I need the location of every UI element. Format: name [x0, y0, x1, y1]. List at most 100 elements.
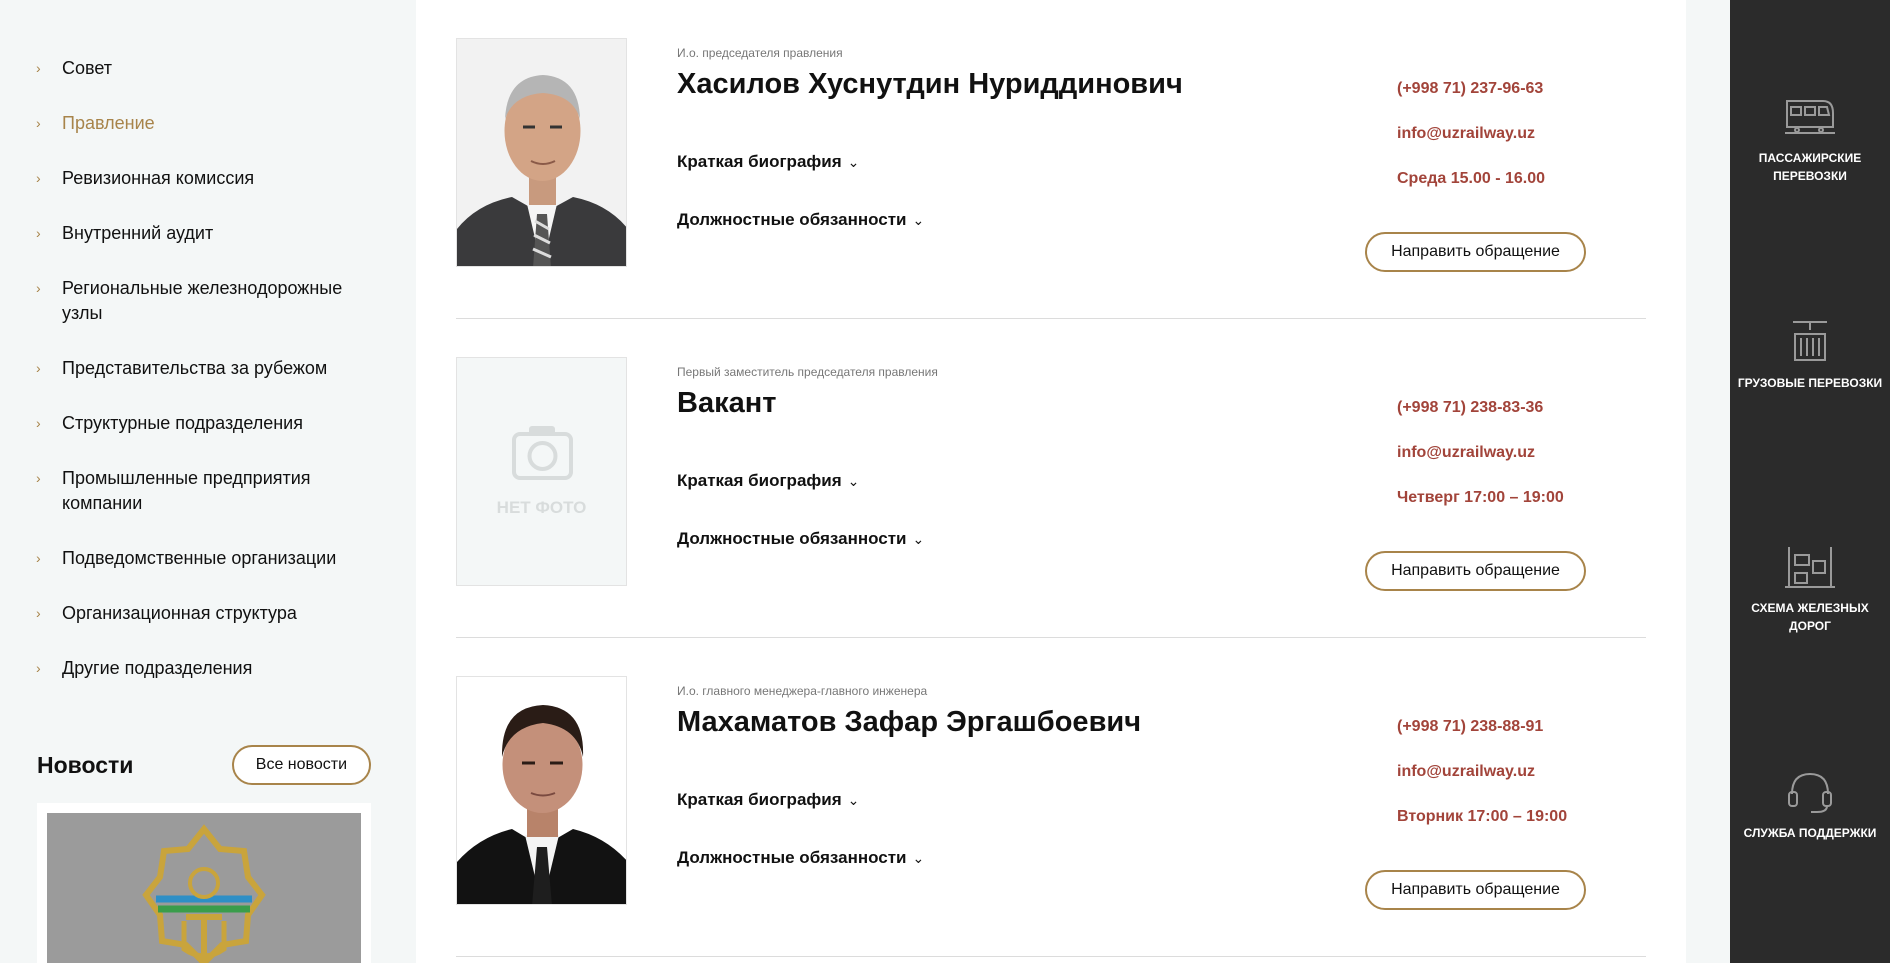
quicklink-passenger[interactable]: Пассажирские перевозки — [1730, 95, 1890, 185]
sidebar-item-org-structure[interactable]: › Организационная структура — [36, 601, 376, 626]
sidebar-item-regional-nodes[interactable]: › Региональные железнодорожные узлы — [36, 276, 376, 326]
chevron-down-icon: ⌄ — [847, 153, 860, 170]
biography-toggle[interactable]: Краткая биография ⌄ — [677, 471, 859, 491]
person-card: И.о. главного менеджера-главного инженер… — [456, 638, 1646, 957]
phone-link[interactable]: (+998 71) 237-96-63 — [1397, 80, 1543, 98]
chevron-right-icon: › — [36, 170, 41, 186]
chevron-right-icon: › — [36, 550, 41, 566]
phone-link[interactable]: (+998 71) 238-88-91 — [1397, 718, 1543, 736]
duties-label: Должностные обязанности — [677, 210, 907, 229]
sidebar-item-audit[interactable]: › Внутренний аудит — [36, 221, 376, 246]
quicklink-label: Схема железных дорог — [1751, 601, 1869, 633]
no-photo-label: НЕТ ФОТО — [496, 498, 587, 517]
biography-toggle[interactable]: Краткая биография ⌄ — [677, 790, 859, 810]
company-logo-icon — [47, 813, 361, 963]
sidebar-item-label: Региональные железнодорожные узлы — [62, 278, 343, 323]
sidebar-item-label: Совет — [62, 58, 113, 78]
send-appeal-button[interactable]: Направить обращение — [1365, 870, 1586, 910]
quicklink-label: Пассажирские перевозки — [1758, 151, 1862, 183]
chevron-down-icon: ⌄ — [912, 530, 925, 547]
sidebar: › Совет › Правление › Ревизионная комиссия … — [0, 0, 416, 963]
reception-hours: Вторник 17:00 – 19:00 — [1397, 808, 1568, 825]
headset-icon — [1788, 772, 1832, 813]
duties-label: Должностные обязанности — [677, 529, 907, 548]
biography-label: Краткая биография — [677, 790, 842, 809]
chevron-right-icon: › — [36, 660, 41, 676]
portrait-image — [457, 677, 626, 904]
quick-links-panel: Пассажирские перевозки Грузовые перевозк… — [1730, 0, 1890, 963]
chevron-right-icon: › — [36, 225, 41, 241]
sidebar-item-label: Правление — [62, 113, 155, 133]
duties-label: Должностные обязанности — [677, 848, 907, 867]
sidebar-item-revision[interactable]: › Ревизионная комиссия — [36, 166, 376, 191]
railway-map-icon — [1785, 547, 1835, 588]
sidebar-item-label: Ревизионная комиссия — [62, 168, 255, 188]
reception-hours: Четверг 17:00 – 19:00 — [1397, 489, 1564, 506]
person-position: Первый заместитель председателя правлени… — [677, 365, 938, 379]
biography-label: Краткая биография — [677, 152, 842, 171]
sidebar-item-industrial[interactable]: › Промышленные предприятия компании — [36, 466, 376, 516]
sidebar-item-label: Другие подразделения — [62, 658, 253, 678]
chevron-down-icon: ⌄ — [912, 849, 925, 866]
person-photo-placeholder: НЕТ ФОТО — [456, 357, 627, 586]
sidebar-item-subordinate[interactable]: › Подведомственные организации — [36, 546, 376, 571]
all-news-button[interactable]: Все новости — [231, 745, 371, 785]
sidebar-item-label: Внутренний аудит — [62, 223, 214, 243]
send-appeal-button[interactable]: Направить обращение — [1365, 232, 1586, 272]
sidebar-item-label: Организационная структура — [62, 603, 297, 623]
sidebar-item-other[interactable]: › Другие подразделения — [36, 656, 376, 681]
duties-toggle[interactable]: Должностные обязанности ⌄ — [677, 210, 924, 230]
email-link[interactable]: info@uzrailway.uz — [1397, 763, 1535, 781]
duties-toggle[interactable]: Должностные обязанности ⌄ — [677, 529, 924, 549]
biography-label: Краткая биография — [677, 471, 842, 490]
person-card: И.о. председателя правления Хасилов Хусн… — [456, 0, 1646, 319]
person-photo — [456, 676, 627, 905]
sidebar-menu: › Совет › Правление › Ревизионная комиссия … — [36, 56, 376, 711]
portrait-image — [457, 39, 626, 266]
quicklink-label: Грузовые перевозки — [1737, 376, 1883, 390]
chevron-down-icon: ⌄ — [912, 211, 925, 228]
cargo-container-icon — [1793, 321, 1827, 361]
news-header: Новости Все новости — [37, 745, 371, 785]
chevron-down-icon: ⌄ — [847, 472, 860, 489]
chevron-right-icon: › — [36, 415, 41, 431]
sidebar-item-structural[interactable]: › Структурные подразделения — [36, 411, 376, 436]
news-title: Новости — [37, 751, 134, 778]
chevron-down-icon: ⌄ — [847, 791, 860, 808]
news-image — [47, 813, 361, 963]
chevron-right-icon: › — [36, 60, 41, 76]
chevron-right-icon: › — [36, 605, 41, 621]
person-photo — [456, 38, 627, 267]
management-list: И.о. председателя правления Хасилов Хусн… — [416, 0, 1686, 963]
email-link[interactable]: info@uzrailway.uz — [1397, 125, 1535, 143]
chevron-right-icon: › — [36, 280, 41, 296]
person-card: НЕТ ФОТО Первый заместитель председателя… — [456, 319, 1646, 638]
sidebar-item-label: Структурные подразделения — [62, 413, 303, 433]
person-name: Вакант — [677, 387, 777, 419]
person-name: Махаматов Зафар Эргашбоевич — [677, 706, 1142, 738]
duties-toggle[interactable]: Должностные обязанности ⌄ — [677, 848, 924, 868]
news-card[interactable] — [37, 803, 371, 963]
phone-link[interactable]: (+998 71) 238-83-36 — [1397, 399, 1543, 417]
sidebar-item-abroad[interactable]: › Представительства за рубежом — [36, 356, 376, 381]
person-position: И.о. главного менеджера-главного инженер… — [677, 684, 928, 698]
chevron-right-icon: › — [36, 470, 41, 486]
sidebar-item-label: Промышленные предприятия компании — [62, 468, 311, 513]
quicklink-cargo[interactable]: Грузовые перевозки — [1730, 320, 1890, 392]
sidebar-item-label: Представительства за рубежом — [62, 358, 328, 378]
sidebar-item-sovet[interactable]: › Совет — [36, 56, 376, 81]
send-appeal-button[interactable]: Направить обращение — [1365, 551, 1586, 591]
person-position: И.о. председателя правления — [677, 46, 843, 60]
sidebar-item-pravlenie[interactable]: › Правление — [36, 111, 376, 136]
chevron-right-icon: › — [36, 360, 41, 376]
sidebar-item-label: Подведомственные организации — [62, 548, 337, 568]
train-icon — [1785, 100, 1835, 134]
email-link[interactable]: info@uzrailway.uz — [1397, 444, 1535, 462]
reception-hours: Среда 15.00 - 16.00 — [1397, 170, 1546, 187]
quicklink-support[interactable]: Служба поддержки — [1730, 770, 1890, 842]
biography-toggle[interactable]: Краткая биография ⌄ — [677, 152, 859, 172]
chevron-right-icon: › — [36, 115, 41, 131]
quicklink-railway-map[interactable]: Схема железных дорог — [1730, 545, 1890, 635]
camera-icon — [512, 426, 573, 480]
person-name: Хасилов Хуснутдин Нуриддинович — [677, 68, 1183, 100]
